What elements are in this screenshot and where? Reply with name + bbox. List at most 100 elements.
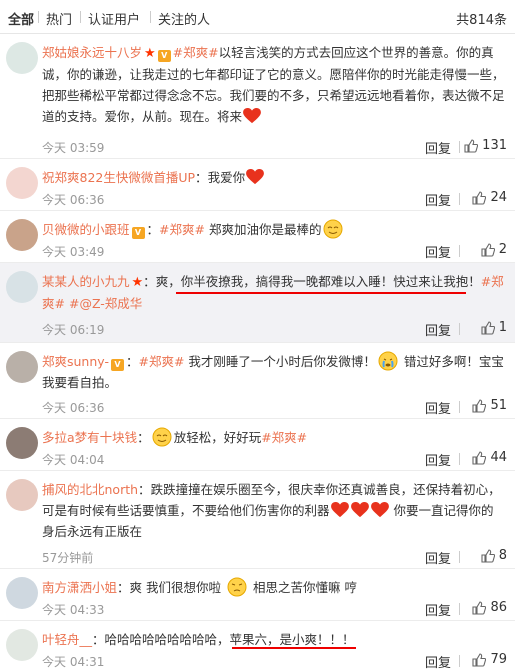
comment-item: 叶轻舟__：哈哈哈哈哈哈哈哈哈，苹果六，是小爽！！！ 今天 04:31 回复 7…	[0, 621, 515, 672]
comment-body: 放轻松，好好玩	[173, 430, 262, 445]
comment-text: 祝郑爽822生快微微首播UP：我爱你	[42, 167, 505, 188]
avatar[interactable]	[6, 167, 38, 199]
like-button[interactable]: 86	[472, 600, 507, 615]
like-count: 131	[482, 138, 507, 153]
pout-emoji-icon	[227, 577, 247, 597]
avatar[interactable]	[6, 479, 38, 511]
comment-body: 爽 我们很想你啦	[129, 580, 222, 595]
comment-item: 祝郑爽822生快微微首播UP：我爱你 今天 06:36 回复 24	[0, 159, 515, 211]
comment-body: 爽，你半夜撩我，搞得我一晚都难以入睡！快过来让我抱！	[155, 274, 481, 289]
thumbs-up-icon	[464, 139, 478, 153]
tab-verified[interactable]: 认证用户	[88, 9, 140, 28]
reply-button[interactable]: 回复	[425, 548, 451, 567]
like-count: 44	[490, 450, 507, 465]
username[interactable]: 祝郑爽822生快微微首播UP	[42, 170, 195, 185]
tab-all[interactable]: 全部	[8, 9, 34, 28]
heart-icon	[331, 502, 349, 518]
total-count: 共814条	[456, 13, 507, 28]
comment-body: 郑爽加油你是最棒的	[208, 222, 322, 237]
comment-time: 今天 03:59	[42, 141, 105, 155]
like-button[interactable]: 24	[472, 190, 507, 205]
comment-time: 今天 06:19	[42, 323, 105, 337]
reply-button[interactable]: 回复	[425, 450, 451, 469]
tab-divider	[38, 11, 39, 23]
mention-link[interactable]: #@Z-郑成华	[69, 296, 142, 311]
comment-item: 郑爽sunny- V ：#郑爽# 我才刚睡了一个小时后你发微博！ 错过好多啊！宝宝我…	[0, 343, 515, 419]
reply-button[interactable]: 回复	[425, 242, 451, 261]
comment-item: 南方潇洒小姐：爽 我们很想你啦 相思之苦你懂嘛 哼 今天 04:33 回复 86	[0, 569, 515, 621]
reply-button[interactable]: 回复	[425, 138, 451, 157]
heart-icon	[351, 502, 369, 518]
comment-time: 今天 06:36	[42, 193, 105, 207]
thumbs-up-icon	[472, 399, 486, 413]
topic-link[interactable]: #郑爽#	[173, 45, 219, 60]
avatar[interactable]	[6, 42, 38, 74]
thumbs-up-icon	[481, 549, 495, 563]
username[interactable]: 郑爽sunny-	[42, 354, 109, 369]
like-button[interactable]: 1	[481, 320, 507, 335]
like-count: 79	[490, 652, 507, 667]
tab-following[interactable]: 关注的人	[158, 9, 210, 28]
vip-icon: V	[131, 227, 145, 239]
tab-hot[interactable]: 热门	[46, 9, 72, 28]
divider	[459, 193, 460, 205]
topic-link[interactable]: #郑爽#	[159, 222, 205, 237]
avatar[interactable]	[6, 351, 38, 383]
divider	[459, 323, 460, 335]
comment-body: 哈哈哈哈哈哈哈哈哈，	[104, 632, 230, 647]
annotation-underline	[232, 647, 356, 649]
like-button[interactable]: 79	[472, 652, 507, 667]
comment-item: 多拉a梦有十块钱： 放轻松，好好玩#郑爽# 今天 04:04 回复 44	[0, 419, 515, 471]
username[interactable]: 郑姑娘永远十八岁	[42, 45, 142, 60]
comment-text: 多拉a梦有十块钱： 放轻松，好好玩#郑爽#	[42, 427, 505, 448]
smile-emoji-icon	[152, 427, 172, 447]
username[interactable]: 南方潇洒小姐	[42, 580, 117, 595]
tab-divider	[80, 11, 81, 23]
username[interactable]: 叶轻舟__	[42, 632, 92, 647]
avatar[interactable]	[6, 629, 38, 661]
like-button[interactable]: 2	[481, 242, 507, 257]
reply-button[interactable]: 回复	[425, 398, 451, 417]
like-button[interactable]: 44	[472, 450, 507, 465]
avatar[interactable]	[6, 427, 38, 459]
thumbs-up-icon	[472, 451, 486, 465]
thumbs-up-icon	[481, 243, 495, 257]
comment-text: 南方潇洒小姐：爽 我们很想你啦 相思之苦你懂嘛 哼	[42, 577, 505, 598]
avatar[interactable]	[6, 271, 38, 303]
comment-time: 今天 06:36	[42, 401, 105, 415]
username[interactable]: 多拉a梦有十块钱	[42, 430, 137, 445]
username[interactable]: 捕风的北北north	[42, 482, 138, 497]
avatar[interactable]	[6, 577, 38, 609]
heart-icon	[243, 108, 261, 124]
comment-text: 郑爽sunny- V ：#郑爽# 我才刚睡了一个小时后你发微博！ 错过好多啊！宝宝我…	[42, 351, 505, 393]
divider	[459, 603, 460, 615]
reply-button[interactable]: 回复	[425, 190, 451, 209]
thumbs-up-icon	[472, 653, 486, 667]
thumbs-up-icon	[472, 191, 486, 205]
like-button[interactable]: 8	[481, 548, 507, 563]
tab-divider	[150, 11, 151, 23]
like-count: 8	[498, 548, 507, 563]
topic-link[interactable]: #郑爽#	[138, 354, 184, 369]
like-count: 86	[490, 600, 507, 615]
comment-time: 今天 04:31	[42, 655, 105, 669]
thumbs-up-icon	[472, 601, 486, 615]
avatar[interactable]	[6, 219, 38, 251]
username[interactable]: 某某人的小九九	[42, 274, 130, 289]
username[interactable]: 贝微微的小跟班	[42, 222, 130, 237]
reply-button[interactable]: 回复	[425, 652, 451, 671]
divider	[459, 453, 460, 465]
comment-item: 郑姑娘永远十八岁 ★ V #郑爽#以轻言浅笑的方式去回应这个世界的善意。你的真诚，你的…	[0, 34, 515, 159]
smile-emoji-icon	[323, 219, 343, 239]
comment-text: 捕风的北北north：跌跌撞撞在娱乐圈至今，很庆幸你还真诚善良，还保持着初心，可…	[42, 482, 501, 539]
like-count: 51	[490, 398, 507, 413]
reply-button[interactable]: 回复	[425, 320, 451, 339]
like-count: 24	[490, 190, 507, 205]
reply-button[interactable]: 回复	[425, 600, 451, 619]
like-button[interactable]: 51	[472, 398, 507, 413]
like-button[interactable]: 131	[464, 138, 507, 153]
comment-body-cont: 相思之苦你懂嘛 哼	[252, 580, 357, 595]
comment-time: 今天 04:33	[42, 603, 105, 617]
topic-link[interactable]: #郑爽#	[261, 430, 307, 445]
comment-item: 贝微微的小跟班 V ：#郑爽# 郑爽加油你是最棒的 今天 03:49 回复 2	[0, 211, 515, 263]
